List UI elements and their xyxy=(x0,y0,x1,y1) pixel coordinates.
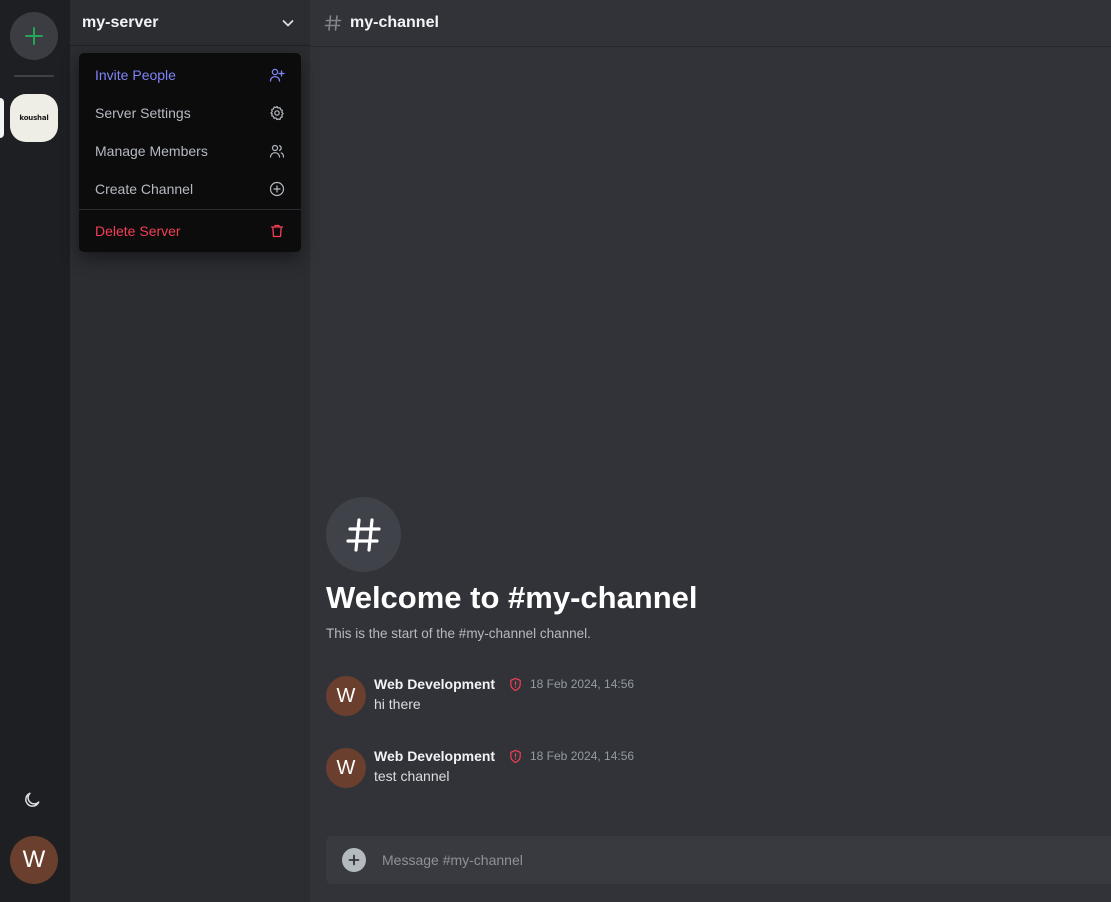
server-name: my-server xyxy=(82,13,159,31)
message-composer xyxy=(326,836,1111,884)
avatar-letter: W xyxy=(336,756,356,779)
menu-item-label: Create Channel xyxy=(95,181,194,197)
menu-item-delete-server[interactable]: Delete Server xyxy=(79,211,301,251)
shield-alert-icon xyxy=(510,749,521,764)
gear-icon xyxy=(270,105,284,121)
message-avatar[interactable]: W xyxy=(326,676,366,716)
menu-item-server-settings[interactable]: Server Settings xyxy=(79,94,301,132)
user-plus-icon xyxy=(269,68,285,82)
moon-icon xyxy=(25,792,40,807)
user-avatar[interactable]: W xyxy=(10,836,58,884)
menu-item-create-channel[interactable]: Create Channel xyxy=(79,170,301,208)
chevron-down-icon xyxy=(282,19,294,26)
shield-alert-icon xyxy=(510,677,521,692)
menu-item-manage-members[interactable]: Manage Members xyxy=(79,132,301,170)
plus-icon xyxy=(25,27,43,45)
plus-icon xyxy=(348,854,360,866)
message-avatar[interactable]: W xyxy=(326,748,366,788)
message-item: W Web Development 18 Feb 2024, 14:56 tes… xyxy=(326,748,1026,792)
channel-welcome-icon xyxy=(326,497,401,572)
menu-item-label: Invite People xyxy=(95,67,176,83)
server-dropdown-menu: Invite People Server Settings Manage Mem… xyxy=(79,53,301,252)
plus-circle-icon xyxy=(269,181,285,197)
menu-item-label: Delete Server xyxy=(95,223,181,239)
welcome-subtitle: This is the start of the #my-channel cha… xyxy=(326,626,591,641)
message-item: W Web Development 18 Feb 2024, 14:56 hi … xyxy=(326,676,1026,720)
message-text: hi there xyxy=(374,696,421,712)
avatar-letter: W xyxy=(336,684,356,707)
message-author[interactable]: Web Development xyxy=(374,748,495,764)
hash-icon xyxy=(324,15,342,31)
menu-item-label: Server Settings xyxy=(95,105,191,121)
server-header-button[interactable]: my-server xyxy=(70,0,310,46)
message-text: test channel xyxy=(374,768,450,784)
rail-divider xyxy=(14,75,54,77)
menu-item-invite-people[interactable]: Invite People xyxy=(79,56,301,94)
hash-icon xyxy=(345,517,381,552)
server-icon-my-server[interactable]: koushal xyxy=(10,94,58,142)
message-timestamp: 18 Feb 2024, 14:56 xyxy=(530,749,635,763)
message-author[interactable]: Web Development xyxy=(374,676,495,692)
add-server-button[interactable] xyxy=(10,12,58,60)
active-server-indicator xyxy=(0,98,4,138)
message-input[interactable] xyxy=(382,852,1111,868)
user-avatar-letter: W xyxy=(22,846,46,873)
attach-button[interactable] xyxy=(342,848,366,872)
welcome-title: Welcome to #my-channel xyxy=(326,580,698,615)
server-rail: koushal W xyxy=(0,0,70,902)
channel-title: my-channel xyxy=(350,14,439,31)
trash-icon xyxy=(270,224,284,238)
users-icon xyxy=(269,144,285,158)
channel-header: my-channel xyxy=(310,0,1111,47)
menu-divider xyxy=(79,209,301,210)
theme-toggle-button[interactable] xyxy=(20,788,44,812)
message-timestamp: 18 Feb 2024, 14:56 xyxy=(530,677,635,691)
menu-item-label: Manage Members xyxy=(95,143,208,159)
server-logo-text: koushal xyxy=(19,114,49,122)
